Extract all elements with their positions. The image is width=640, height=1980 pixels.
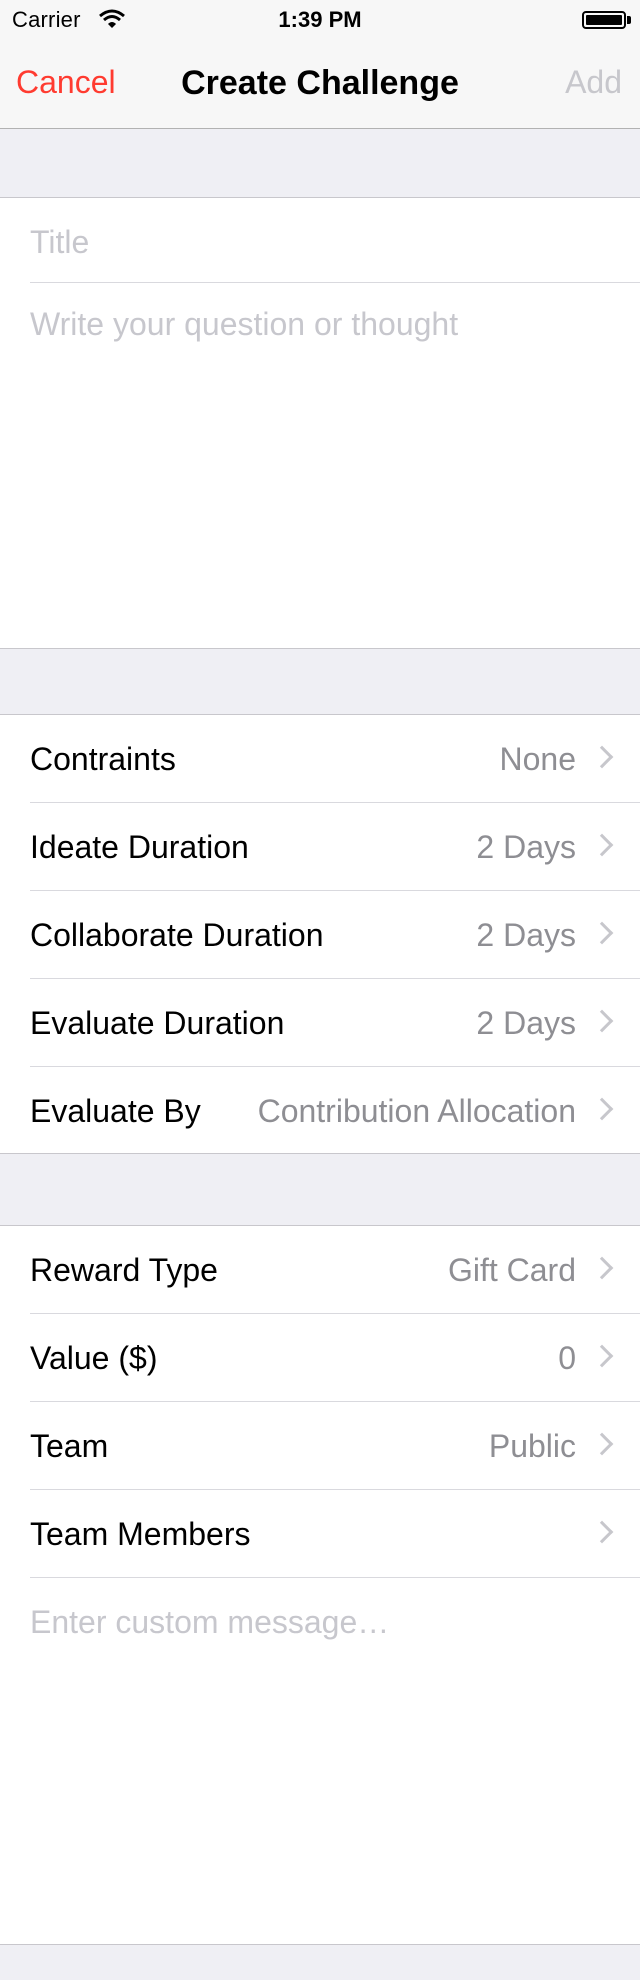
row-value-dollars[interactable]: Value ($) 0 [30, 1314, 640, 1402]
row-label: Evaluate By [30, 1093, 201, 1129]
row-evaluate-duration[interactable]: Evaluate Duration 2 Days [30, 979, 640, 1067]
row-constraints[interactable]: Contraints None [30, 715, 640, 803]
row-value: 0 [558, 1340, 576, 1376]
chevron-right-icon [590, 1097, 614, 1121]
row-value: Contribution Allocation [257, 1093, 576, 1129]
row-label: Ideate Duration [30, 829, 249, 865]
row-team[interactable]: Team Public [30, 1402, 640, 1490]
row-label: Evaluate Duration [30, 1005, 285, 1041]
row-value: Public [488, 1428, 576, 1464]
add-button[interactable]: Add [565, 64, 622, 101]
page-title: Create Challenge [181, 64, 459, 102]
row-reward-type[interactable]: Reward Type Gift Card [30, 1226, 640, 1314]
compose-section: Title Write your question or thought [0, 197, 640, 649]
chevron-right-icon [590, 921, 614, 945]
row-collaborate-duration[interactable]: Collaborate Duration 2 Days [30, 891, 640, 979]
chevron-right-icon [590, 833, 614, 857]
question-field[interactable]: Write your question or thought [30, 306, 620, 343]
chevron-right-icon [590, 1432, 614, 1456]
status-bar: Carrier 1:39 PM [0, 0, 640, 40]
custom-message-field[interactable]: Enter custom message… [30, 1604, 620, 1641]
row-label: Value ($) [30, 1340, 158, 1376]
row-value: Gift Card [447, 1252, 576, 1288]
battery-icon [582, 11, 626, 29]
row-label: Team [30, 1428, 109, 1464]
row-value: 2 Days [476, 829, 576, 865]
chevron-right-icon [590, 1344, 614, 1368]
divider [0, 1944, 640, 1945]
row-value: 2 Days [476, 917, 576, 953]
row-team-members[interactable]: Team Members [30, 1490, 640, 1578]
row-label: Team Members [30, 1516, 251, 1552]
navigation-bar: Cancel Create Challenge Add [0, 40, 640, 129]
chevron-right-icon [590, 1256, 614, 1280]
chevron-right-icon [590, 1520, 614, 1544]
chevron-right-icon [590, 1009, 614, 1033]
clock: 1:39 PM [278, 7, 362, 32]
row-ideate-duration[interactable]: Ideate Duration 2 Days [30, 803, 640, 891]
reward-section: Reward Type Gift Card Value ($) 0 Team P… [0, 1225, 640, 1945]
title-field[interactable]: Title [30, 198, 640, 283]
row-label: Collaborate Duration [30, 917, 324, 953]
row-label: Reward Type [30, 1252, 218, 1288]
chevron-right-icon [590, 745, 614, 769]
battery-tip-icon [627, 16, 631, 24]
row-evaluate-by[interactable]: Evaluate By Contribution Allocation [30, 1067, 640, 1154]
settings-section: Contraints None Ideate Duration 2 Days C… [0, 714, 640, 1154]
row-label: Contraints [30, 741, 176, 777]
row-value: 2 Days [476, 1005, 576, 1041]
row-value: None [499, 741, 577, 777]
